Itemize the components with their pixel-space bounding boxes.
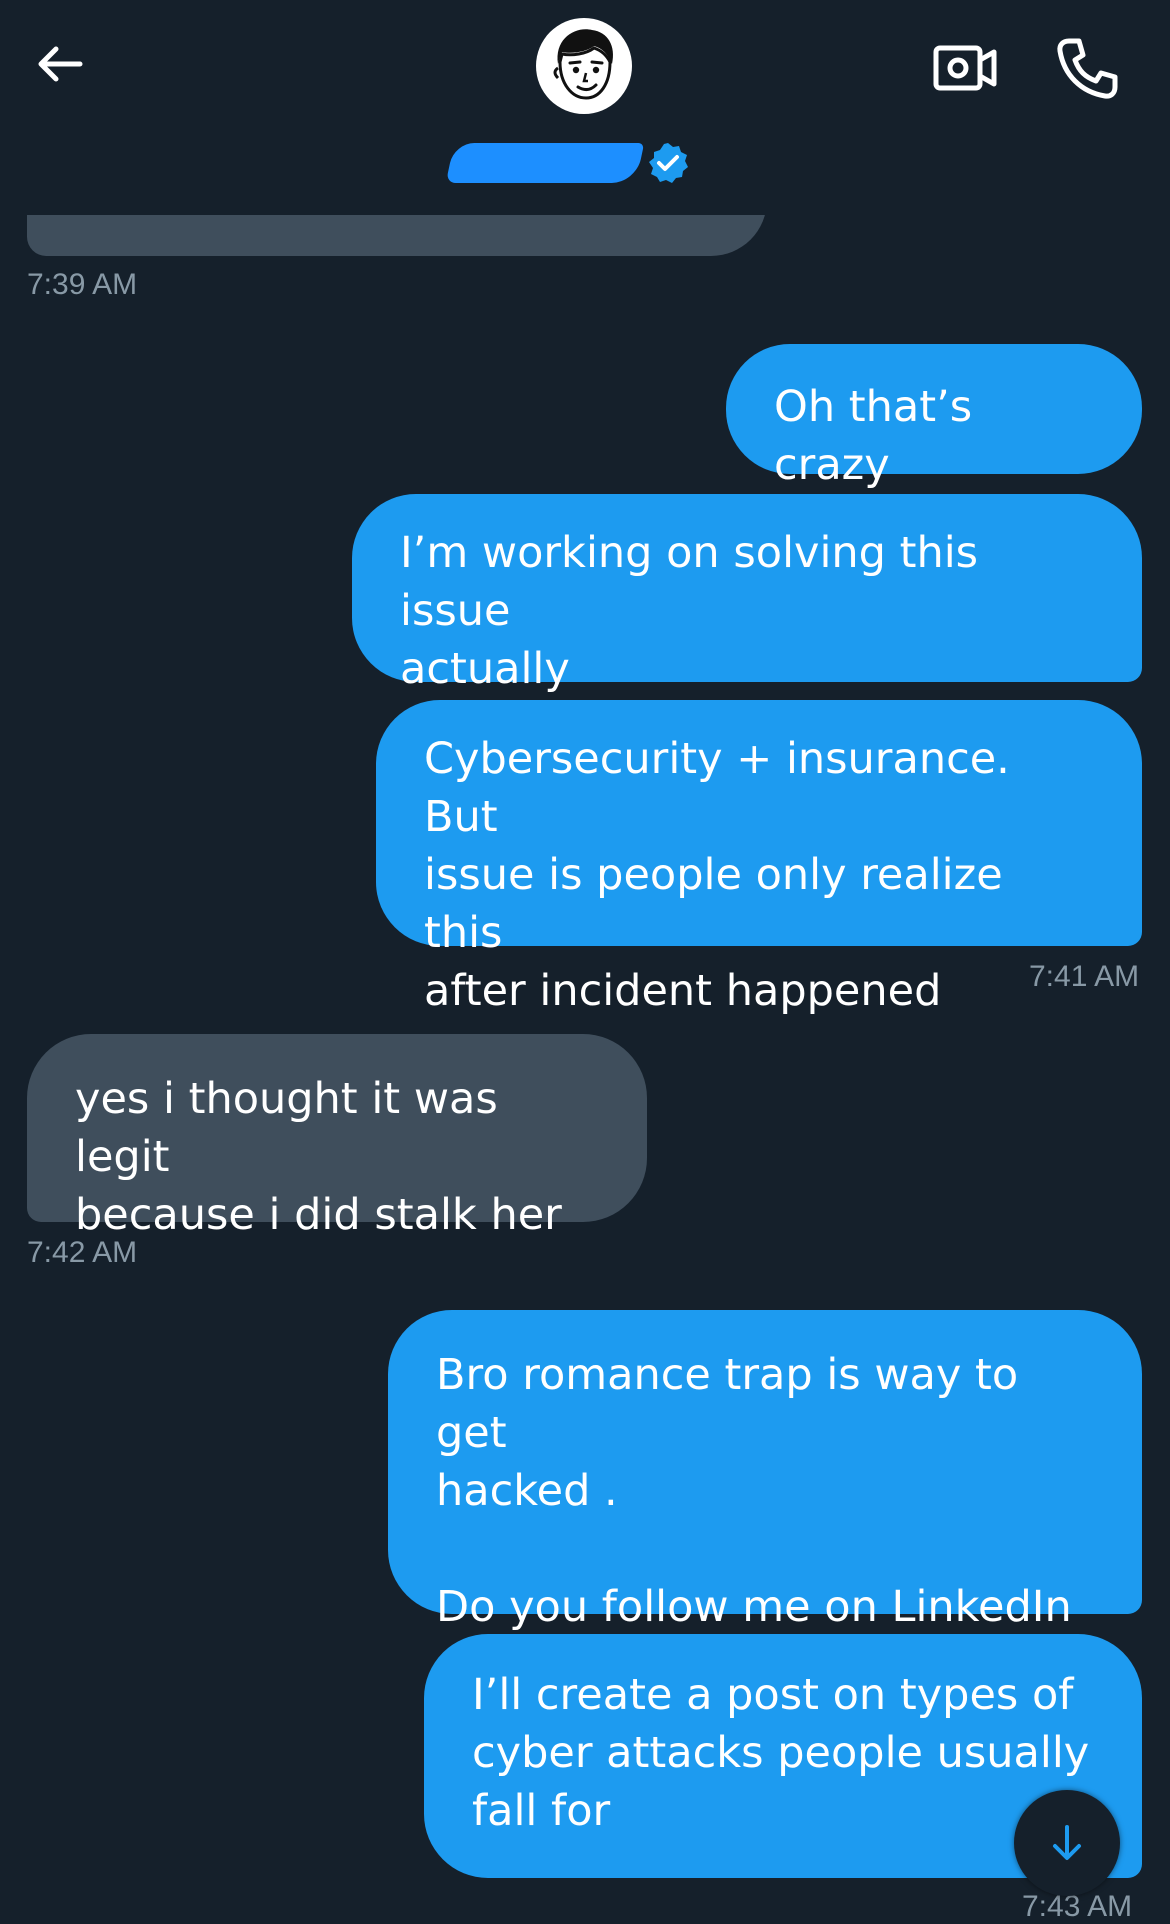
sent-message-bubble[interactable]: Bro romance trap is way to get hacked . … (388, 1310, 1142, 1632)
message-timestamp: 7:41 AM (1029, 960, 1140, 993)
verified-badge-icon (649, 143, 688, 183)
video-call-button[interactable] (928, 30, 1004, 106)
received-message-bubble[interactable]: yes i thought it was legit because i did… (27, 1034, 647, 1240)
arrow-left-icon (38, 46, 83, 82)
sent-message-bubble[interactable]: Cybersecurity + insurance. But issue is … (376, 700, 1142, 1016)
contact-avatar[interactable] (536, 18, 632, 114)
sent-message-bubble[interactable]: I’m working on solving this issue actual… (352, 494, 1142, 694)
redacted-name (445, 143, 645, 183)
message-timestamp: 7:39 AM (27, 268, 138, 301)
contact-name-row[interactable] (445, 135, 690, 191)
message-timestamp: 7:42 AM (27, 1236, 138, 1269)
voice-call-button[interactable] (1048, 28, 1128, 108)
phone-icon (1057, 38, 1118, 99)
cartoon-face-avatar (537, 19, 631, 113)
sent-message-bubble[interactable]: Oh that’s crazy (726, 344, 1142, 490)
scroll-to-bottom-button[interactable] (1014, 1790, 1120, 1896)
arrow-down-icon (1053, 1825, 1081, 1860)
back-button[interactable] (24, 28, 96, 100)
message-timestamp: 7:43 AM (1022, 1890, 1133, 1923)
video-camera-icon (933, 45, 997, 91)
conversation-header (0, 0, 1170, 215)
